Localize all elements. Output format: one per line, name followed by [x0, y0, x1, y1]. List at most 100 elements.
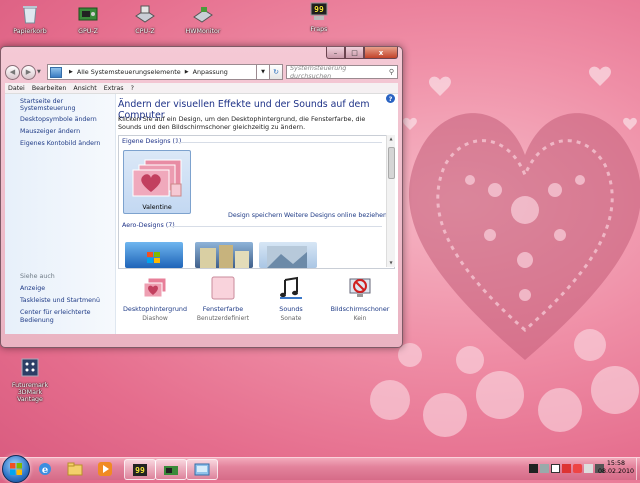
- menu-view[interactable]: Ansicht: [73, 85, 96, 92]
- back-button[interactable]: ◀: [5, 64, 20, 80]
- main-pane: ? Ändern der visuellen Effekte und der S…: [116, 94, 398, 334]
- recycle-bin-icon: [23, 6, 37, 24]
- close-button[interactable]: x: [364, 47, 398, 59]
- scroll-up-arrow-icon[interactable]: ▲: [387, 135, 395, 143]
- scroll-down-arrow-icon[interactable]: ▼: [387, 259, 395, 267]
- clock-time: 15:58: [606, 460, 626, 467]
- desktop-background-label: Desktophintergrund: [122, 305, 188, 313]
- theme-list-scrollbar[interactable]: ▲ ▼: [386, 135, 395, 267]
- architecture-thumbnail: [200, 245, 249, 268]
- network-icon[interactable]: [529, 464, 538, 473]
- flag-icon[interactable]: [551, 464, 560, 473]
- control-panel-icon: [50, 66, 62, 78]
- page-description: Klicken Sie auf ein Design, um den Deskt…: [118, 115, 366, 131]
- window-color-icon: [211, 276, 235, 300]
- theme-tile-valentine[interactable]: Valentine: [123, 150, 191, 214]
- search-input[interactable]: Systemsteuerung durchsuchen ⚲: [286, 64, 398, 80]
- desktop-background-setting[interactable]: Desktophintergrund Diashow: [120, 276, 190, 322]
- power-icon[interactable]: [584, 464, 593, 473]
- forward-button[interactable]: ▶: [21, 64, 36, 80]
- group-divider: [167, 226, 382, 227]
- gpu-z-icon: [164, 465, 178, 475]
- link-control-panel-home[interactable]: Startseite der Systemsteuerung: [20, 98, 115, 112]
- window-color-value: Benutzerdefiniert: [196, 315, 250, 322]
- clock[interactable]: 15:58 08.02.2010: [596, 460, 636, 476]
- link-display[interactable]: Anzeige: [20, 285, 45, 292]
- window-color-setting[interactable]: Fensterfarbe Benutzerdefiniert: [188, 276, 258, 322]
- folder-icon: [67, 462, 83, 475]
- theme-label: Valentine: [142, 204, 172, 211]
- address-bar[interactable]: ▶ Alle Systemsteuerungselemente ▶ Anpass…: [47, 64, 257, 80]
- svg-text:99: 99: [314, 5, 324, 14]
- media-player-icon: [98, 461, 112, 476]
- chevron-right-icon: ▶: [184, 69, 189, 75]
- window-controls: – □ x: [326, 47, 398, 59]
- taskbar-gpu-z[interactable]: [155, 459, 187, 480]
- menu-bar: Datei Bearbeiten Ansicht Extras ?: [5, 83, 398, 94]
- taskbar-internet-explorer[interactable]: e: [30, 459, 60, 478]
- menu-extras[interactable]: Extras: [104, 85, 124, 92]
- desktop-icon-hwmonitor[interactable]: HWMonitor: [178, 4, 228, 35]
- taskbar-explorer[interactable]: [60, 459, 90, 478]
- address-dropdown-button[interactable]: ▼: [257, 64, 270, 80]
- 3dmark-icon: [21, 358, 39, 377]
- link-ease-of-access[interactable]: Center für erleichterte Bedienung: [20, 309, 110, 325]
- personalization-window: – □ x ◀ ▶ ▼ ▶ Alle Systemsteuerungseleme…: [0, 46, 403, 348]
- menu-help[interactable]: ?: [131, 85, 134, 92]
- theme-list: Eigene Designs (1) Valentine Design spei…: [118, 135, 395, 269]
- show-desktop-button[interactable]: [636, 458, 640, 480]
- link-taskbar-start-menu[interactable]: Taskleiste und Startmenü: [20, 297, 100, 304]
- minimize-button[interactable]: –: [326, 47, 345, 59]
- desktop-icon-cpu-z[interactable]: CPU-Z: [120, 4, 170, 35]
- sounds-setting[interactable]: Sounds Sonate: [256, 276, 326, 322]
- refresh-icon: ↻: [273, 68, 279, 76]
- landscapes-thumbnail: [267, 246, 307, 268]
- link-change-mouse-pointers[interactable]: Mauszeiger ändern: [20, 128, 80, 135]
- scrollbar-thumb[interactable]: [388, 147, 395, 179]
- desktop-icon-gpu-z[interactable]: GPU-Z: [63, 4, 113, 35]
- search-icon: ⚲: [388, 68, 394, 76]
- svg-text:99: 99: [135, 466, 145, 475]
- tray-icon[interactable]: [540, 464, 549, 473]
- screensaver-setting[interactable]: Bildschirmschoner Kein: [325, 276, 395, 322]
- screensaver-icon: [349, 278, 371, 297]
- cpu-z-icon: [135, 5, 155, 23]
- taskbar-media-player[interactable]: [90, 459, 120, 478]
- svg-text:e: e: [42, 465, 48, 476]
- desktop-background-icon: [143, 277, 167, 298]
- refresh-button[interactable]: ↻: [270, 64, 283, 80]
- windows-logo-icon: [147, 252, 160, 263]
- fraps-icon: 99: [310, 2, 328, 20]
- taskbar-personalization[interactable]: [186, 459, 218, 480]
- desktop-icon-fraps[interactable]: 99 Fraps: [294, 2, 344, 33]
- link-change-account-picture[interactable]: Eigenes Kontobild ändern: [20, 140, 100, 147]
- theme-tile-architecture[interactable]: [195, 242, 253, 268]
- left-navigation-pane: Startseite der Systemsteuerung Desktopsy…: [5, 94, 116, 334]
- link-change-desktop-icons[interactable]: Desktopsymbole ändern: [20, 116, 97, 123]
- recent-pages-dropdown[interactable]: ▼: [37, 69, 44, 75]
- get-more-themes-link[interactable]: Weitere Designs online beziehen: [284, 212, 387, 219]
- menu-file[interactable]: Datei: [8, 85, 25, 92]
- music-notes-icon: [280, 276, 302, 299]
- control-panel-icon: [194, 463, 210, 475]
- system-tray: [529, 464, 604, 473]
- desktop-icon-3dmark[interactable]: Futuremark 3DMark Vantage: [5, 358, 55, 403]
- navigation-bar: ◀ ▶ ▼ ▶ Alle Systemsteuerungselemente ▶ …: [5, 63, 398, 81]
- menu-edit[interactable]: Bearbeiten: [32, 85, 67, 92]
- theme-tile-landscapes[interactable]: [259, 242, 317, 268]
- maximize-button[interactable]: □: [345, 47, 364, 59]
- breadcrumb-personalization[interactable]: Anpassung: [193, 68, 228, 76]
- breadcrumb-all-control-panel-items[interactable]: Alle Systemsteuerungselemente: [77, 68, 181, 76]
- tray-icon[interactable]: [562, 464, 571, 473]
- group-divider: [177, 142, 382, 143]
- save-theme-link[interactable]: Design speichern: [228, 212, 282, 219]
- clock-date: 08.02.2010: [597, 468, 635, 475]
- desktop-background-value: Diashow: [142, 315, 168, 322]
- taskbar-fraps[interactable]: 99: [124, 459, 156, 480]
- tray-icon[interactable]: [573, 464, 582, 473]
- arrow-right-icon: ▶: [25, 68, 32, 76]
- start-button[interactable]: [2, 455, 30, 483]
- taskbar: e 99 15:58 08.02.2010: [0, 455, 640, 483]
- desktop-icon-recycle-bin[interactable]: Papierkorb: [5, 4, 55, 35]
- theme-tile-windows7[interactable]: [125, 242, 183, 268]
